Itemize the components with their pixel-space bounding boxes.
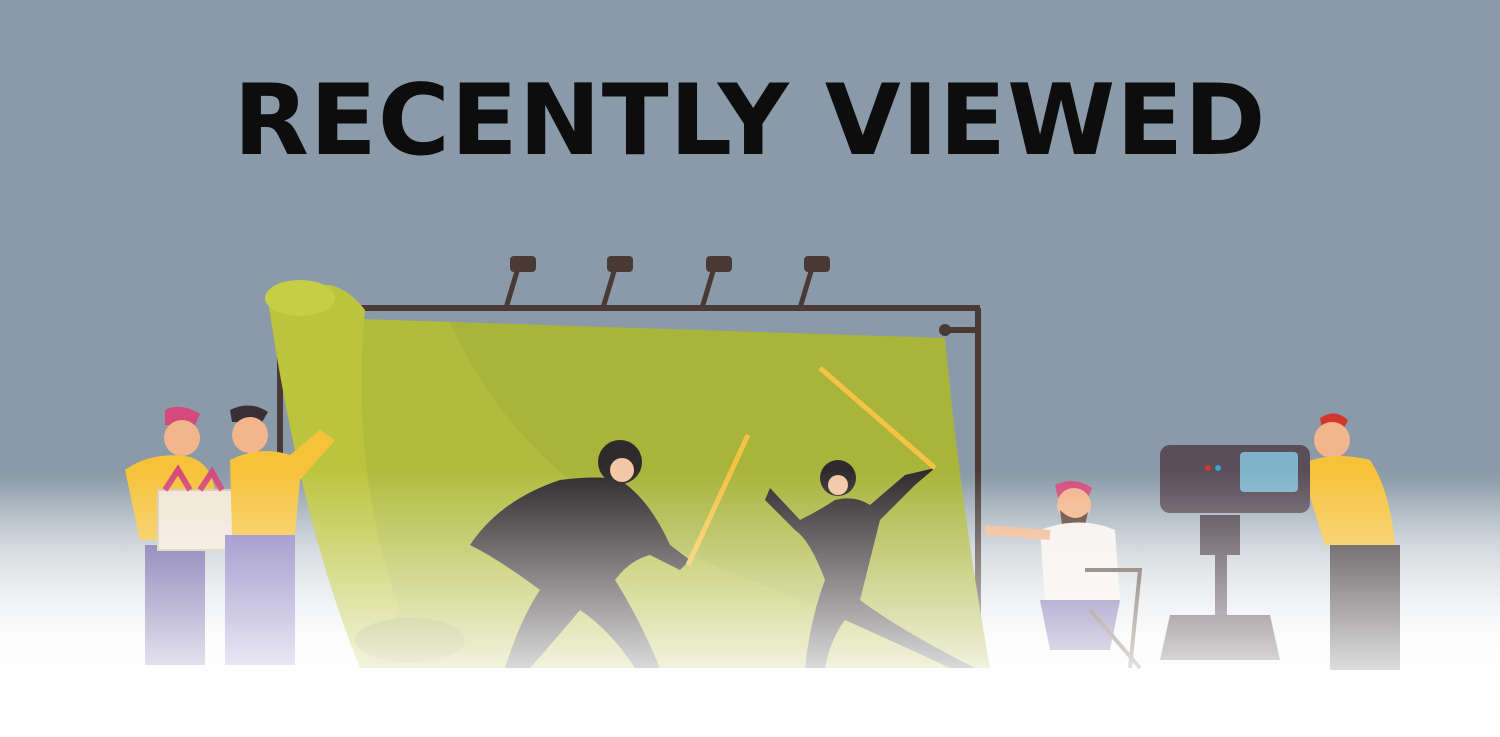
studio-light-icon bbox=[797, 256, 830, 309]
studio-light-icon bbox=[503, 256, 536, 309]
page-title: RECENTLY VIEWED bbox=[233, 64, 1267, 178]
video-camera-icon bbox=[1160, 445, 1310, 660]
studio-light-icon bbox=[699, 256, 732, 309]
cameraman-with-camera bbox=[1160, 413, 1400, 670]
director-seated bbox=[984, 481, 1143, 670]
frame-joint bbox=[939, 324, 951, 336]
recently-viewed-banner: RECENTLY VIEWED bbox=[0, 0, 1500, 737]
studio-light-icon bbox=[600, 256, 633, 309]
studio-lights bbox=[503, 256, 830, 309]
